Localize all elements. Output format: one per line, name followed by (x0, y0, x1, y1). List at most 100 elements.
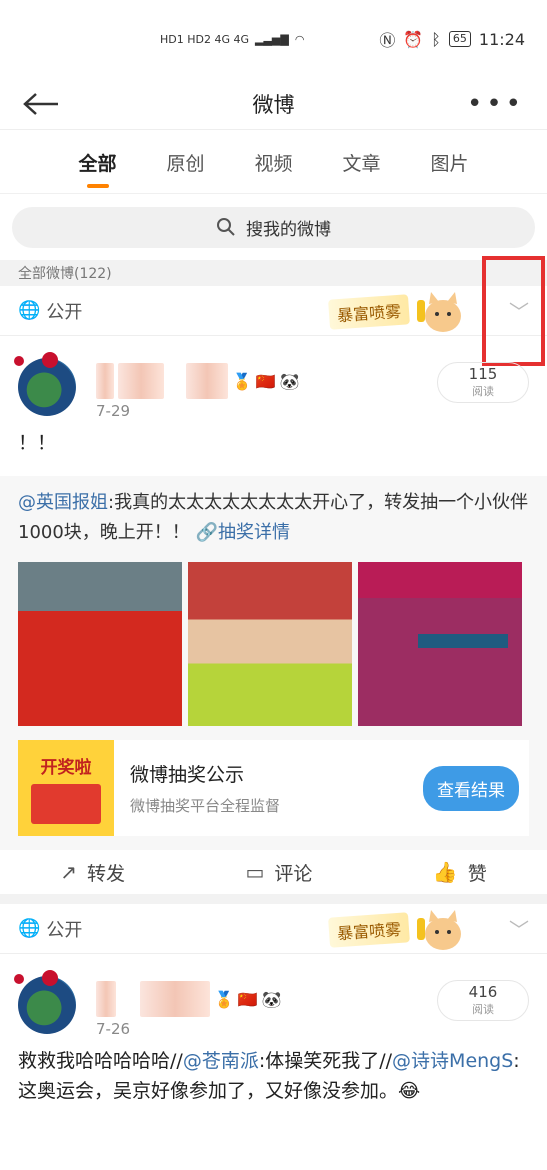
globe-icon: 🌐 (18, 300, 41, 321)
tab-bar: 全部 原创 视频 文章 图片 (0, 130, 547, 194)
tab-video[interactable]: 视频 (230, 130, 318, 193)
cat-mascot-icon (417, 292, 462, 332)
redacted-name (186, 363, 228, 399)
view-count: 115 阅读 (437, 362, 529, 403)
flag-icon: 🇨🇳 (255, 371, 276, 391)
promo-banner[interactable]: 暴富喷雾 (328, 908, 499, 952)
nfc-icon: Ⓝ (379, 31, 396, 50)
view-count-label: 阅读 (472, 1003, 494, 1016)
visibility-label: 公开 (46, 919, 83, 941)
share-icon: ↗ (60, 860, 77, 884)
alarm-icon: ⏰ (403, 29, 424, 49)
wifi-icon: ◠ (294, 32, 305, 46)
like-button[interactable]: 👍 赞 (433, 859, 487, 886)
redacted-name (140, 981, 210, 1017)
clock: 11:24 (478, 29, 525, 49)
lottery-details-link[interactable]: 🔗抽奖详情 (196, 522, 290, 543)
promo-banner[interactable]: 暴富喷雾 (328, 290, 499, 334)
author-name[interactable]: 🏅 🇨🇳 🐼 (96, 978, 282, 1020)
comment-button[interactable]: ▭ 评论 (245, 859, 312, 886)
post-actions: ↗ 转发 ▭ 评论 👍 赞 (0, 850, 547, 904)
status-bar: HD1 HD2 4G 4G ▂▃▅▇ ◠ Ⓝ ⏰ ᛒ 65 11:24 (0, 0, 547, 78)
post-image[interactable] (18, 562, 182, 726)
post-card: 🏅 🇨🇳 🐼 7-26 416 阅读 救救我哈哈哈哈哈//@苍南派:体操笑死我了… (0, 954, 547, 1124)
comment-label: 评论 (274, 862, 313, 885)
lottery-thumb-text: 开奖啦 (40, 757, 92, 778)
repost-text: @英国报姐:我真的太太太太太太太太开心了，转发抽一个小伙伴1000块，晚上开！！… (18, 488, 529, 548)
lottery-info: 微博抽奖公示 微博抽奖平台全程监督 (130, 760, 423, 816)
post-header: 🏅 🇨🇳 🐼 7-26 416 阅读 (14, 954, 529, 1038)
post-image[interactable] (188, 562, 352, 726)
signal-indicators: HD1 HD2 4G 4G ▂▃▅▇ ◠ (160, 33, 304, 46)
like-label: 赞 (467, 862, 487, 885)
view-count-number: 416 (468, 983, 498, 1001)
post-card: 🏅 🇨🇳 🐼 7-29 115 阅读 ！！ @英国报姐:我真的太太太太太太太太开… (0, 336, 547, 850)
view-results-button[interactable]: 查看结果 (423, 765, 519, 811)
tab-original[interactable]: 原创 (142, 130, 230, 193)
redacted-name (96, 981, 116, 1017)
flag-icon: 🇨🇳 (237, 989, 258, 1009)
view-count-label: 阅读 (472, 385, 494, 398)
post-image[interactable] (358, 562, 522, 726)
lottery-card[interactable]: 开奖啦 微博抽奖公示 微博抽奖平台全程监督 查看结果 (18, 740, 529, 836)
lottery-title: 微博抽奖公示 (130, 764, 245, 786)
comment-icon: ▭ (245, 860, 265, 884)
post-date: 7-29 (96, 402, 131, 420)
visibility-label: 公开 (46, 301, 83, 323)
page-title: 微博 (252, 92, 295, 117)
repost-label: 转发 (86, 862, 125, 885)
member-badge-icon: 🏅 (232, 371, 252, 391)
post-text-part: 救救我哈哈哈哈哈// (18, 1050, 183, 1072)
signal-icon: ▂▃▅▇ (255, 32, 289, 46)
repost-button[interactable]: ↗ 转发 (60, 859, 125, 886)
network-label: HD1 HD2 4G 4G (160, 32, 250, 46)
panda-icon: 🐼 (279, 371, 300, 391)
mention-link[interactable]: @英国报姐 (18, 492, 108, 513)
visibility-filter-bar: 🌐 公开 暴富喷雾 ﹀ (0, 904, 547, 954)
tab-article[interactable]: 文章 (318, 130, 406, 193)
section-count-label: 全部微博(122) (0, 260, 547, 286)
lottery-subtitle: 微博抽奖平台全程监督 (130, 797, 281, 815)
bluetooth-icon: ᛒ (431, 29, 441, 49)
author-name[interactable]: 🏅 🇨🇳 🐼 (96, 360, 300, 402)
search-input[interactable]: 搜我的微博 (12, 206, 535, 248)
avatar[interactable] (14, 352, 76, 416)
visibility-filter[interactable]: 🌐 公开 (18, 298, 82, 324)
author-info: 🏅 🇨🇳 🐼 7-26 (96, 976, 282, 1038)
search-placeholder: 搜我的微博 (246, 219, 331, 240)
promo-banner-text: 暴富喷雾 (328, 294, 410, 330)
thumbs-up-icon: 👍 (432, 860, 458, 884)
view-count: 416 阅读 (437, 980, 529, 1021)
image-grid (18, 562, 529, 726)
title-bar: 微博 ••• (0, 78, 547, 130)
search-icon (217, 218, 235, 236)
author-info: 🏅 🇨🇳 🐼 7-29 (96, 358, 300, 420)
visibility-filter[interactable]: 🌐 公开 (18, 916, 82, 942)
red-envelope-icon (31, 783, 101, 824)
globe-icon: 🌐 (18, 918, 41, 939)
mention-link[interactable]: @苍南派 (183, 1050, 259, 1072)
tab-image[interactable]: 图片 (406, 130, 494, 193)
view-count-number: 115 (468, 365, 498, 383)
back-arrow-icon[interactable] (22, 84, 62, 124)
tab-all[interactable]: 全部 (54, 130, 142, 193)
more-icon[interactable]: ••• (467, 89, 525, 119)
post-header: 🏅 🇨🇳 🐼 7-29 115 阅读 (14, 336, 529, 420)
redacted-name (96, 363, 114, 399)
search-container: 搜我的微博 (0, 194, 547, 260)
lottery-thumbnail: 开奖啦 (18, 740, 114, 836)
mention-link[interactable]: @诗诗MengS (392, 1050, 513, 1072)
post-text: ！！ (18, 432, 57, 454)
promo-banner-text: 暴富喷雾 (328, 912, 410, 948)
repost-block[interactable]: @英国报姐:我真的太太太太太太太太开心了，转发抽一个小伙伴1000块，晚上开！！… (0, 476, 547, 850)
status-right: Ⓝ ⏰ ᛒ 65 11:24 (379, 27, 525, 51)
visibility-filter-bar: 🌐 公开 暴富喷雾 ﹀ (0, 256, 547, 366)
chevron-down-icon[interactable]: ﹀ (509, 914, 529, 943)
post-text: 救救我哈哈哈哈哈//@苍南派:体操笑死我了//@诗诗MengS:这奥运会，吴京好… (18, 1036, 529, 1124)
cat-mascot-icon (417, 910, 462, 950)
avatar[interactable] (14, 970, 76, 1034)
post-date: 7-26 (96, 1020, 131, 1038)
redacted-name (118, 363, 164, 399)
post-text-part: :体操笑死我了// (258, 1050, 393, 1072)
member-badge-icon: 🏅 (214, 989, 234, 1009)
